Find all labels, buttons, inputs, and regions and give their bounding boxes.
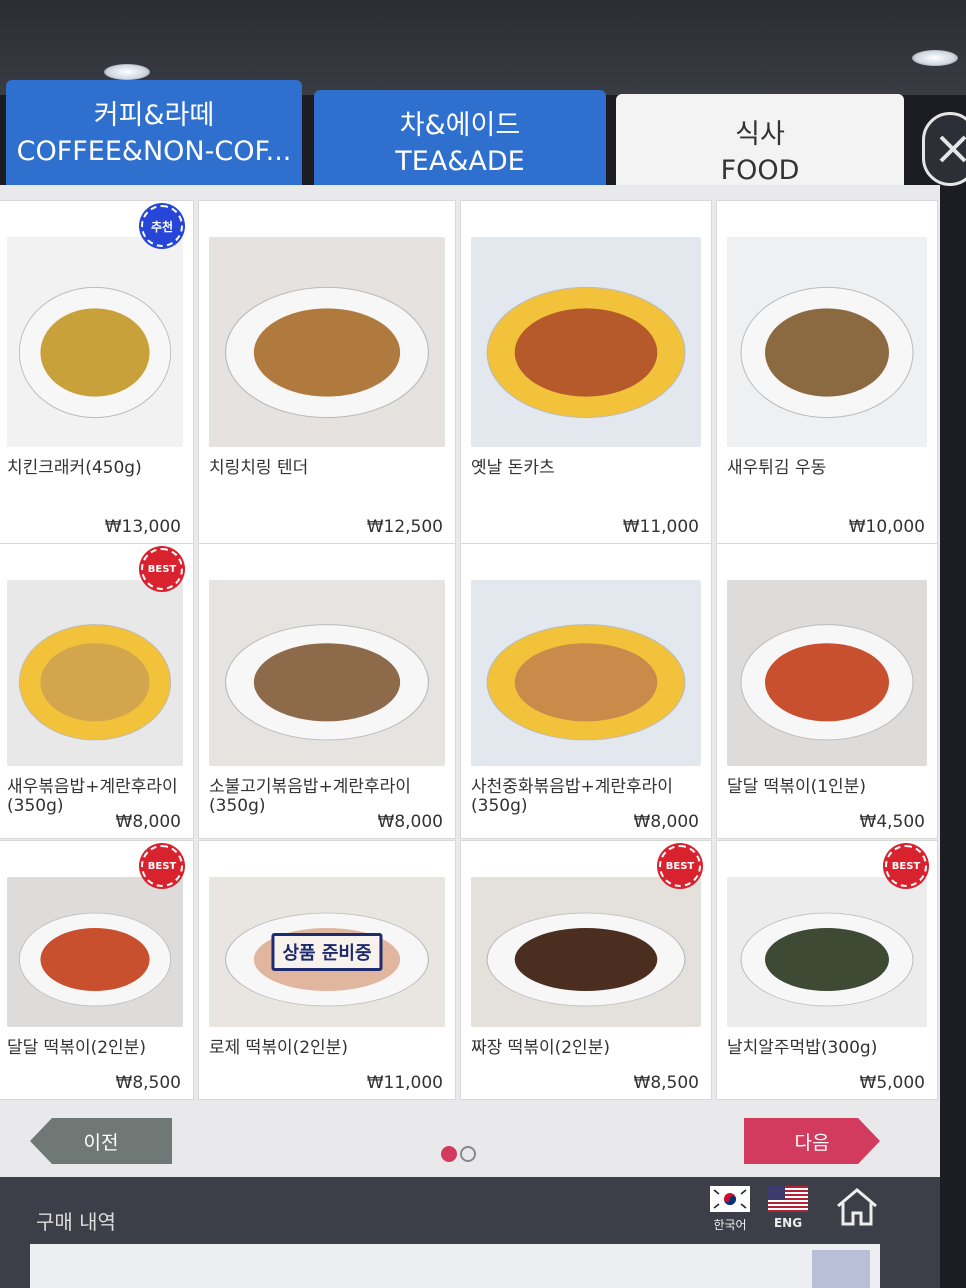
best-badge: BEST	[885, 845, 927, 887]
home-icon[interactable]	[834, 1186, 880, 1228]
food-illustration	[18, 624, 172, 741]
next-button[interactable]: 다음	[744, 1118, 880, 1164]
menu-item-name: 치킨크래커(450g)	[7, 458, 142, 478]
category-tabs: 커피&라떼 COFFEE&NON-COF... 차&에이드 TEA&ADE 식사…	[0, 80, 966, 212]
menu-item-name: 날치알주먹밥(300g)	[727, 1038, 878, 1058]
menu-item-photo	[209, 237, 445, 447]
close-button[interactable]	[922, 112, 966, 186]
food-illustration	[18, 912, 172, 1007]
food-illustration	[224, 286, 430, 419]
menu-item-name: 짜장 떡볶이(2인분)	[471, 1038, 610, 1058]
menu-item-card[interactable]: BEST 달달 떡볶이(2인분) ₩8,500	[0, 840, 194, 1100]
menu-item-card[interactable]: 옛날 돈카츠 ₩11,000	[460, 200, 712, 544]
menu-item-name: 옛날 돈카츠	[471, 458, 555, 478]
tab-coffee-en: COFFEE&NON-COF...	[16, 136, 292, 167]
purchase-history-label: 구매 내역	[36, 1210, 116, 1234]
page-indicator	[441, 1146, 476, 1162]
tab-coffee-ko: 커피&라떼	[93, 100, 215, 131]
food-illustration	[18, 286, 172, 419]
menu-item-photo	[471, 580, 701, 766]
page-dot-2	[460, 1146, 476, 1162]
tab-tea-ko: 차&에이드	[399, 110, 521, 141]
menu-item-photo	[7, 580, 183, 766]
close-icon	[939, 135, 966, 163]
tab-food-ko: 식사	[735, 119, 785, 150]
menu-item-price: ₩8,000	[377, 812, 443, 832]
food-illustration	[740, 912, 914, 1007]
best-badge: BEST	[141, 548, 183, 590]
menu-item-name: 새우볶음밥+계란후라이 (350g)	[7, 777, 178, 816]
menu-item-price: ₩5,000	[859, 1073, 925, 1093]
korea-flag-icon	[710, 1186, 750, 1212]
tab-food-en: FOOD	[720, 155, 800, 186]
ceiling-light-reflection	[912, 50, 958, 66]
menu-item-price: ₩12,500	[366, 517, 443, 537]
cart-scroll-area[interactable]	[812, 1250, 870, 1288]
lang-english-label: ENG	[773, 1216, 803, 1230]
menu-item-card[interactable]: 상품 준비중로제 떡볶이(2인분) ₩11,000	[198, 840, 456, 1100]
menu-item-price: ₩11,000	[366, 1073, 443, 1093]
menu-item-photo	[7, 237, 183, 447]
sold-out-stamp: 상품 준비중	[271, 933, 383, 971]
menu-item-card[interactable]: 사천중화볶음밥+계란후라이 (350g) ₩8,000	[460, 543, 712, 839]
best-badge: BEST	[141, 845, 183, 887]
food-illustration	[740, 286, 914, 419]
menu-item-name: 사천중화볶음밥+계란후라이 (350g)	[471, 777, 673, 816]
tab-tea[interactable]: 차&에이드 TEA&ADE	[314, 90, 606, 198]
menu-item-name: 새우튀김 우동	[727, 458, 827, 478]
menu-item-photo	[727, 877, 927, 1027]
purchase-history-list[interactable]	[30, 1244, 880, 1288]
menu-item-price: ₩4,500	[859, 812, 925, 832]
menu-item-name: 치링치링 텐더	[209, 458, 309, 478]
menu-item-photo: 상품 준비중	[209, 877, 445, 1027]
us-flag-icon	[768, 1186, 808, 1212]
lang-korean-button[interactable]: 한국어	[710, 1186, 750, 1233]
lang-english-button[interactable]: ENG	[768, 1186, 808, 1230]
tab-tea-en: TEA&ADE	[395, 146, 525, 177]
menu-item-photo	[727, 237, 927, 447]
ceiling-light-reflection	[104, 64, 150, 80]
menu-item-card[interactable]: BEST 날치알주먹밥(300g) ₩5,000	[716, 840, 938, 1100]
menu-item-name: 로제 떡볶이(2인분)	[209, 1038, 348, 1058]
menu-item-name: 소불고기볶음밥+계란후라이 (350g)	[209, 777, 411, 816]
menu-item-price: ₩8,500	[633, 1073, 699, 1093]
food-illustration	[740, 624, 914, 741]
menu-item-name: 달달 떡볶이(2인분)	[7, 1038, 146, 1058]
menu-item-price: ₩13,000	[104, 517, 181, 537]
menu-item-card[interactable]: 치링치링 텐더 ₩12,500	[198, 200, 456, 544]
menu-item-photo	[7, 877, 183, 1027]
tab-coffee[interactable]: 커피&라떼 COFFEE&NON-COF...	[6, 80, 302, 188]
page-dot-1	[441, 1146, 457, 1162]
menu-item-card[interactable]: 달달 떡볶이(1인분) ₩4,500	[716, 543, 938, 839]
menu-item-price: ₩11,000	[622, 517, 699, 537]
menu-item-card[interactable]: 소불고기볶음밥+계란후라이 (350g) ₩8,000	[198, 543, 456, 839]
menu-item-photo	[209, 580, 445, 766]
lang-korean-label: 한국어	[713, 1218, 747, 1232]
food-illustration	[486, 624, 686, 741]
menu-item-price: ₩8,000	[633, 812, 699, 832]
best-badge: BEST	[659, 845, 701, 887]
food-illustration	[486, 286, 686, 419]
recommend-badge: 추천	[141, 205, 183, 247]
food-illustration	[224, 624, 430, 741]
food-illustration	[486, 912, 686, 1007]
menu-item-name: 달달 떡볶이(1인분)	[727, 777, 866, 797]
menu-item-photo	[471, 237, 701, 447]
menu-item-card[interactable]: BEST 새우볶음밥+계란후라이 (350g) ₩8,000	[0, 543, 194, 839]
prev-button[interactable]: 이전	[30, 1118, 172, 1164]
menu-item-card[interactable]: 추천치킨크래커(450g) ₩13,000	[0, 200, 194, 544]
menu-item-price: ₩8,000	[115, 812, 181, 832]
menu-item-card[interactable]: BEST 짜장 떡볶이(2인분) ₩8,500	[460, 840, 712, 1100]
menu-item-price: ₩8,500	[115, 1073, 181, 1093]
menu-item-photo	[727, 580, 927, 766]
menu-item-photo	[471, 877, 701, 1027]
menu-item-price: ₩10,000	[848, 517, 925, 537]
menu-item-card[interactable]: 새우튀김 우동 ₩10,000	[716, 200, 938, 544]
